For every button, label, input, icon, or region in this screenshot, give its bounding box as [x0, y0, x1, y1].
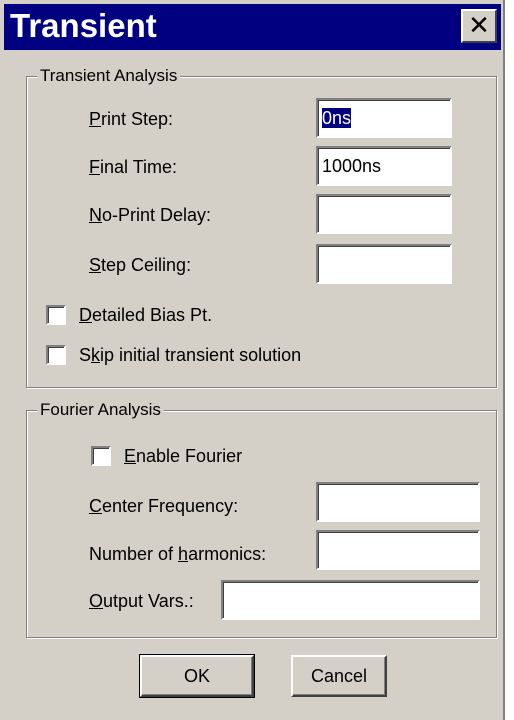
num-harmonics-label: Number of harmonics:: [89, 544, 267, 564]
center-frequency-input[interactable]: [316, 482, 480, 522]
num-harmonics-input[interactable]: [316, 530, 480, 570]
no-print-delay-label: No-Print Delay:: [89, 205, 212, 225]
detailed-bias-checkbox[interactable]: [46, 305, 66, 325]
print-step-label: Print Step:: [89, 109, 174, 129]
transient-dialog: Transient ✕ Transient Analysis Print Ste…: [0, 0, 505, 720]
output-vars-label: Output Vars.:: [89, 591, 194, 611]
skip-initial-label[interactable]: Skip initial transient solution: [79, 344, 301, 366]
close-icon: ✕: [468, 11, 490, 41]
final-time-label: Final Time:: [89, 157, 178, 177]
ok-button[interactable]: OK: [139, 654, 255, 698]
output-vars-input[interactable]: [221, 580, 480, 620]
cancel-button[interactable]: Cancel: [291, 655, 387, 697]
title-bar[interactable]: Transient ✕: [4, 4, 501, 50]
step-ceiling-label: Step Ceiling:: [89, 255, 192, 275]
dialog-title: Transient: [10, 7, 157, 44]
transient-analysis-legend: Transient Analysis: [37, 65, 181, 87]
enable-fourier-checkbox[interactable]: [91, 446, 111, 466]
enable-fourier-label[interactable]: Enable Fourier: [124, 445, 242, 467]
fourier-analysis-legend: Fourier Analysis: [37, 399, 164, 421]
print-step-input[interactable]: 0ns: [316, 98, 452, 138]
final-time-input[interactable]: 1000ns: [316, 146, 452, 186]
detailed-bias-label[interactable]: Detailed Bias Pt.: [79, 304, 212, 326]
no-print-delay-input[interactable]: [316, 194, 452, 234]
skip-initial-checkbox[interactable]: [46, 345, 66, 365]
step-ceiling-input[interactable]: [316, 244, 452, 284]
close-button[interactable]: ✕: [461, 9, 497, 43]
center-frequency-label: Center Frequency:: [89, 496, 239, 516]
